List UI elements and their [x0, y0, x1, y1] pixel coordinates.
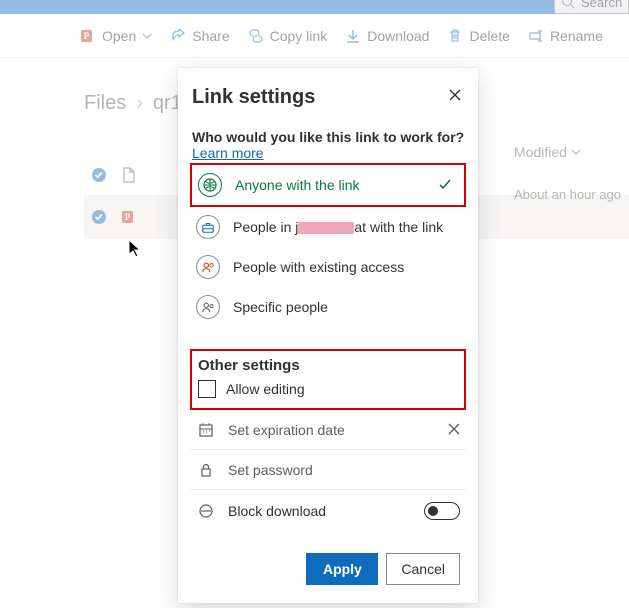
link-settings-dialog: Link settings Who would you like this li… — [178, 68, 478, 603]
option-org-suffix: at with the link — [354, 219, 443, 235]
block-download-label: Block download — [228, 503, 412, 519]
dialog-subhead: Who would you like this link to work for… — [190, 129, 466, 145]
option-anyone[interactable]: Anyone with the link — [192, 165, 464, 205]
clear-expiration-button[interactable] — [448, 422, 460, 438]
close-button[interactable] — [446, 86, 464, 107]
learn-more-link[interactable]: Learn more — [190, 145, 466, 161]
option-org-prefix: People in j — [233, 219, 298, 235]
highlight-box-editing: Other settings Allow editing — [190, 349, 466, 410]
password-placeholder: Set password — [228, 462, 460, 478]
expiration-placeholder: Set expiration date — [228, 422, 436, 438]
apply-button[interactable]: Apply — [306, 553, 378, 585]
redacted-org-name — [298, 222, 354, 234]
option-existing[interactable]: People with existing access — [190, 247, 466, 287]
dialog-buttons: Apply Cancel — [190, 553, 466, 585]
password-row[interactable]: Set password — [190, 450, 466, 490]
close-icon — [448, 88, 462, 102]
block-download-row: Block download — [190, 490, 466, 531]
lock-icon — [196, 462, 216, 478]
people-specific-icon — [196, 295, 220, 319]
cancel-button[interactable]: Cancel — [386, 553, 460, 585]
other-settings-title: Other settings — [198, 357, 456, 374]
people-existing-icon — [196, 255, 220, 279]
option-specific[interactable]: Specific people — [190, 287, 466, 327]
option-org[interactable]: People in j at with the link — [190, 207, 466, 247]
allow-editing-label: Allow editing — [226, 381, 305, 397]
calendar-icon — [196, 422, 216, 438]
close-icon — [448, 423, 460, 435]
expiration-row[interactable]: Set expiration date — [190, 410, 466, 450]
option-anyone-label: Anyone with the link — [235, 176, 423, 194]
option-org-label: People in j at with the link — [233, 218, 456, 236]
allow-editing-checkbox[interactable]: Allow editing — [198, 380, 456, 398]
globe-icon — [198, 173, 222, 197]
block-download-toggle[interactable] — [424, 502, 460, 520]
option-existing-label: People with existing access — [233, 258, 456, 276]
dialog-title: Link settings — [190, 86, 466, 109]
checkmark-icon — [436, 178, 454, 192]
option-specific-label: Specific people — [233, 298, 456, 316]
block-download-icon — [196, 503, 216, 519]
checkbox-icon — [198, 380, 216, 398]
highlight-box-scope: Anyone with the link — [190, 163, 466, 207]
briefcase-icon — [196, 215, 220, 239]
